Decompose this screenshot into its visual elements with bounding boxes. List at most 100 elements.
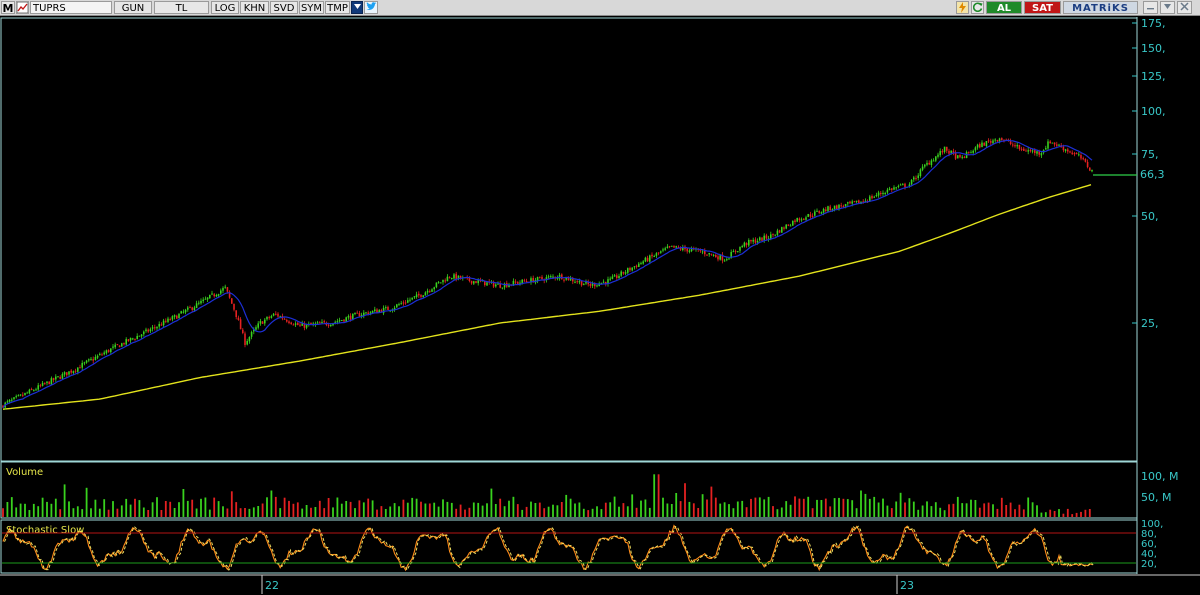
- candle-body: [561, 274, 563, 280]
- volume-bar: [587, 510, 590, 517]
- candle-body: [180, 311, 182, 314]
- candle-body: [781, 227, 783, 233]
- sat-button[interactable]: SAT: [1024, 1, 1061, 14]
- dropdown-icon[interactable]: [351, 1, 363, 14]
- candle-body: [173, 315, 176, 317]
- candle-body: [103, 352, 105, 355]
- volume-bar: [873, 496, 876, 517]
- candle-body: [213, 294, 215, 297]
- candle-body: [805, 217, 807, 220]
- al-button[interactable]: AL: [986, 1, 1022, 14]
- candle-body: [913, 177, 915, 180]
- candle-body: [204, 298, 207, 300]
- refresh-icon[interactable]: [971, 1, 984, 14]
- candle-body: [444, 280, 446, 282]
- candle-body: [37, 385, 39, 390]
- candle-body: [402, 302, 405, 304]
- menu-icon[interactable]: M: [1, 1, 15, 15]
- volume-bar: [213, 497, 216, 517]
- candle-body: [61, 374, 64, 379]
- volume-bar: [956, 496, 959, 517]
- lightning-icon[interactable]: [956, 1, 969, 14]
- volume-bar: [266, 497, 268, 517]
- svd-button[interactable]: SVD: [270, 1, 298, 14]
- candle-body: [741, 246, 743, 248]
- volume-tick-100m: 100, M: [1141, 470, 1178, 483]
- candle-body: [611, 276, 614, 279]
- candle-body: [187, 307, 189, 310]
- chart-type-icon[interactable]: [16, 1, 29, 14]
- candle-body: [631, 267, 633, 271]
- volume-bar: [648, 507, 651, 517]
- volume-bar: [842, 498, 845, 517]
- volume-bar: [398, 506, 400, 517]
- volume-bar: [116, 508, 119, 517]
- volume-bar: [525, 506, 528, 517]
- volume-bar: [178, 502, 180, 517]
- tmp-button[interactable]: TMP: [325, 1, 350, 14]
- candle-body: [970, 152, 972, 154]
- candle-body: [495, 284, 497, 287]
- period-button[interactable]: GUN: [114, 1, 152, 14]
- candle-body: [642, 261, 644, 264]
- volume-bar: [644, 499, 647, 517]
- candle-body: [525, 281, 528, 282]
- candle-body: [1056, 144, 1058, 146]
- volume-bar: [134, 498, 136, 517]
- volume-bar: [833, 498, 836, 517]
- sym-button[interactable]: SYM: [299, 1, 324, 14]
- candle-body: [983, 142, 985, 146]
- candle-body: [404, 302, 407, 304]
- currency-button[interactable]: TL: [154, 1, 209, 14]
- candle-body: [994, 139, 996, 141]
- volume-bar: [794, 496, 796, 517]
- candle-body: [882, 192, 884, 194]
- candle-body: [264, 319, 266, 324]
- twitter-icon[interactable]: [364, 1, 378, 14]
- volume-bar: [899, 492, 902, 517]
- volume-bar: [719, 503, 722, 517]
- khn-button[interactable]: KHN: [240, 1, 269, 14]
- chart-area[interactable]: 175, 150, 125, 100, 75, 50, 25, 66,3 Vol…: [0, 17, 1200, 595]
- candle-body: [987, 140, 990, 142]
- volume-bar: [186, 500, 189, 517]
- candle-body: [521, 279, 523, 284]
- candle-body: [877, 192, 880, 196]
- volume-bar: [393, 503, 396, 517]
- candle-body: [277, 313, 279, 317]
- volume-bar: [169, 501, 172, 517]
- volume-bar: [90, 508, 92, 517]
- candle-body: [446, 276, 449, 282]
- candle-body: [1091, 169, 1093, 172]
- volume-bar: [296, 502, 299, 517]
- candle-body: [847, 202, 849, 204]
- volume-bar: [983, 503, 986, 517]
- volume-bar: [992, 504, 994, 517]
- candle-body: [83, 362, 86, 364]
- ma-short-layer: [2, 139, 1093, 408]
- candle-body: [1073, 153, 1076, 155]
- candle-body: [112, 346, 114, 348]
- minimize-icon[interactable]: [1143, 1, 1158, 14]
- volume-bar: [895, 501, 898, 517]
- volume-bar: [948, 504, 950, 517]
- volume-bar: [173, 508, 176, 517]
- volume-bar: [191, 499, 194, 517]
- volume-bar: [684, 483, 686, 517]
- candle-body: [699, 250, 702, 252]
- log-button[interactable]: LOG: [211, 1, 239, 14]
- candle-body: [1045, 148, 1047, 150]
- volume-bar: [1088, 509, 1091, 517]
- volume-bar: [798, 498, 801, 517]
- candle-body: [435, 282, 438, 288]
- volume-bar: [613, 496, 616, 517]
- candle-body: [349, 315, 352, 320]
- price-panel-frame: [0, 17, 1138, 462]
- symbol-field[interactable]: TUPRS: [30, 1, 112, 14]
- candle-body: [728, 258, 730, 260]
- restore-icon[interactable]: [1160, 1, 1175, 14]
- volume-bar: [81, 509, 84, 517]
- volume-bar: [1000, 497, 1003, 517]
- candle-body: [754, 239, 757, 243]
- close-icon[interactable]: [1177, 1, 1192, 14]
